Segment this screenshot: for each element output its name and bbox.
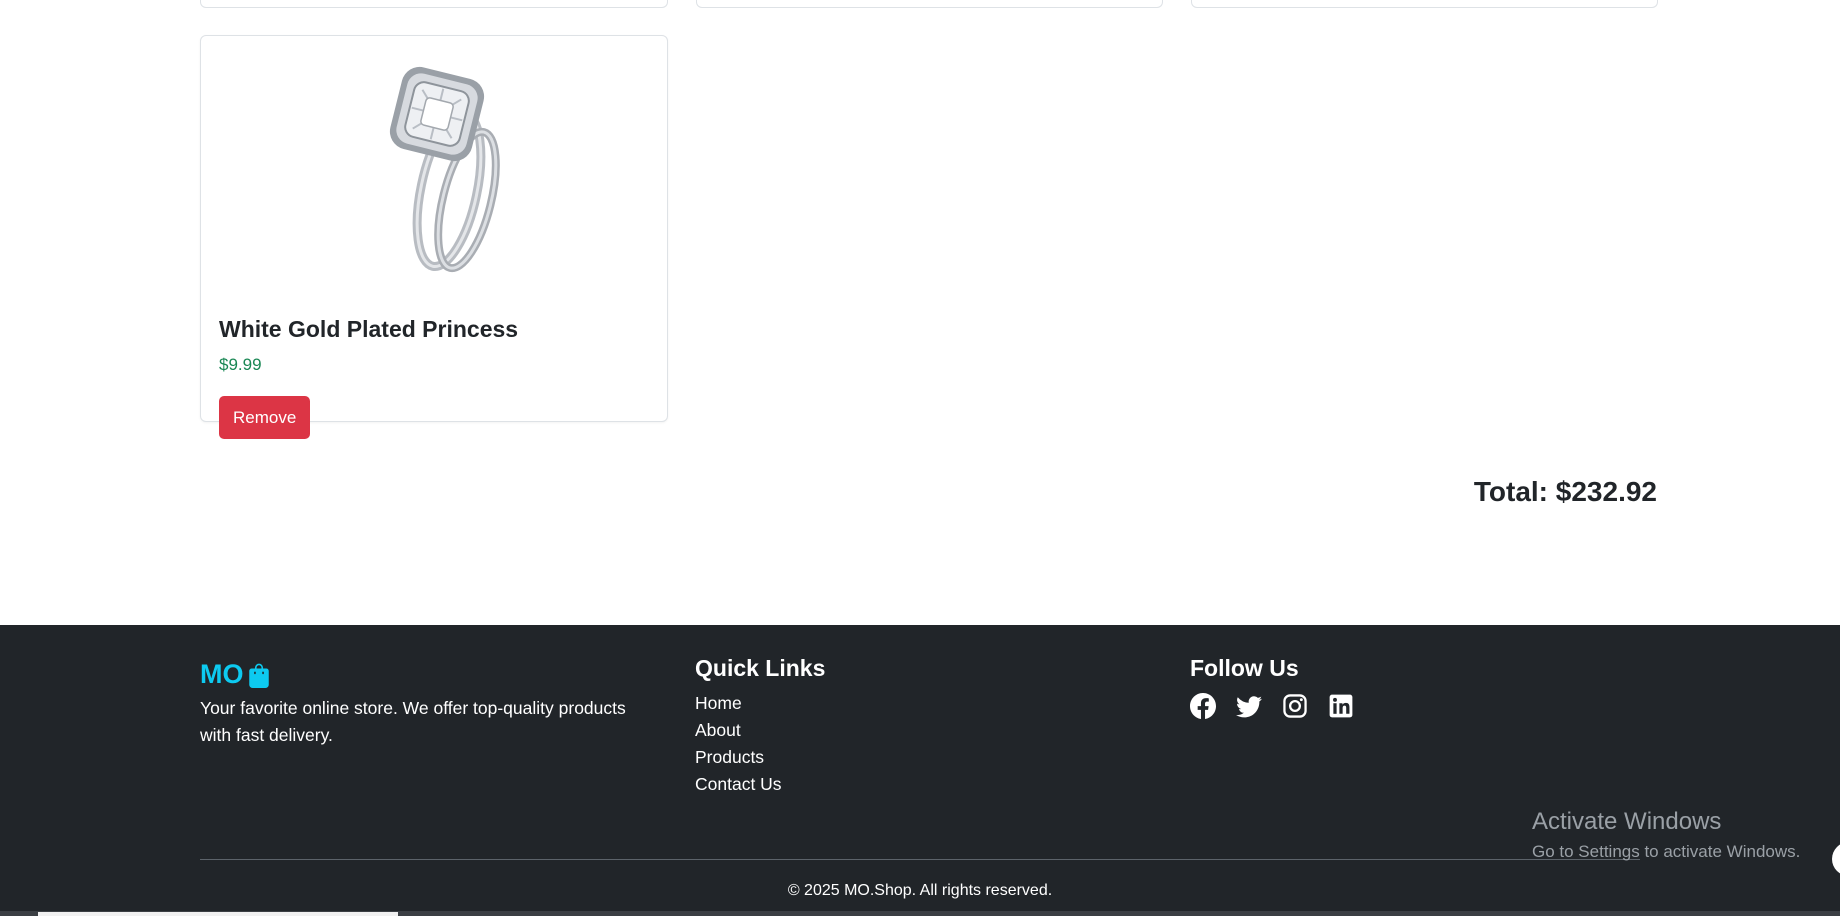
- facebook-icon[interactable]: [1190, 693, 1216, 719]
- product-card-partial: [696, 0, 1163, 8]
- footer-link-home[interactable]: Home: [695, 693, 742, 713]
- footer-link-contact[interactable]: Contact Us: [695, 774, 782, 794]
- footer-divider: [200, 859, 1640, 860]
- quick-links-list: Home About Products Contact Us: [695, 690, 782, 798]
- product-card-partial: [1191, 0, 1658, 8]
- twitter-icon[interactable]: [1236, 693, 1262, 719]
- site-footer: MO Your favorite online store. We offer …: [0, 625, 1840, 916]
- product-card-partial: [200, 0, 668, 8]
- quick-links-title: Quick Links: [695, 655, 826, 681]
- product-price: $9.99: [219, 355, 262, 374]
- shopping-bag-icon: [246, 662, 272, 688]
- social-links: [1190, 693, 1354, 719]
- footer-brand[interactable]: MO: [200, 659, 272, 690]
- copyright-text: © 2025 MO.Shop. All rights reserved.: [787, 882, 1053, 899]
- activate-windows-title: Activate Windows: [1532, 808, 1722, 835]
- brand-name: MO: [200, 659, 244, 689]
- follow-us-title: Follow Us: [1190, 655, 1299, 681]
- product-title: White Gold Plated Princess: [219, 316, 519, 342]
- footer-description: Your favorite online store. We offer top…: [200, 698, 626, 745]
- product-image: [201, 50, 667, 280]
- scrollbar-thumb[interactable]: [38, 912, 398, 916]
- instagram-icon[interactable]: [1282, 693, 1308, 719]
- linkedin-icon[interactable]: [1328, 693, 1354, 719]
- horizontal-scrollbar[interactable]: [0, 911, 1840, 916]
- activate-windows-watermark: Activate Windows Go to Settings to activ…: [1532, 808, 1800, 862]
- activate-windows-subtitle: Go to Settings to activate Windows.: [1532, 842, 1801, 861]
- cart-total: Total: $232.92: [1473, 476, 1657, 507]
- remove-button[interactable]: Remove: [219, 396, 311, 439]
- cart-item-card: White Gold Plated Princess $9.99 Remove: [200, 35, 668, 439]
- footer-link-about[interactable]: About: [695, 720, 741, 740]
- footer-link-products[interactable]: Products: [695, 747, 764, 767]
